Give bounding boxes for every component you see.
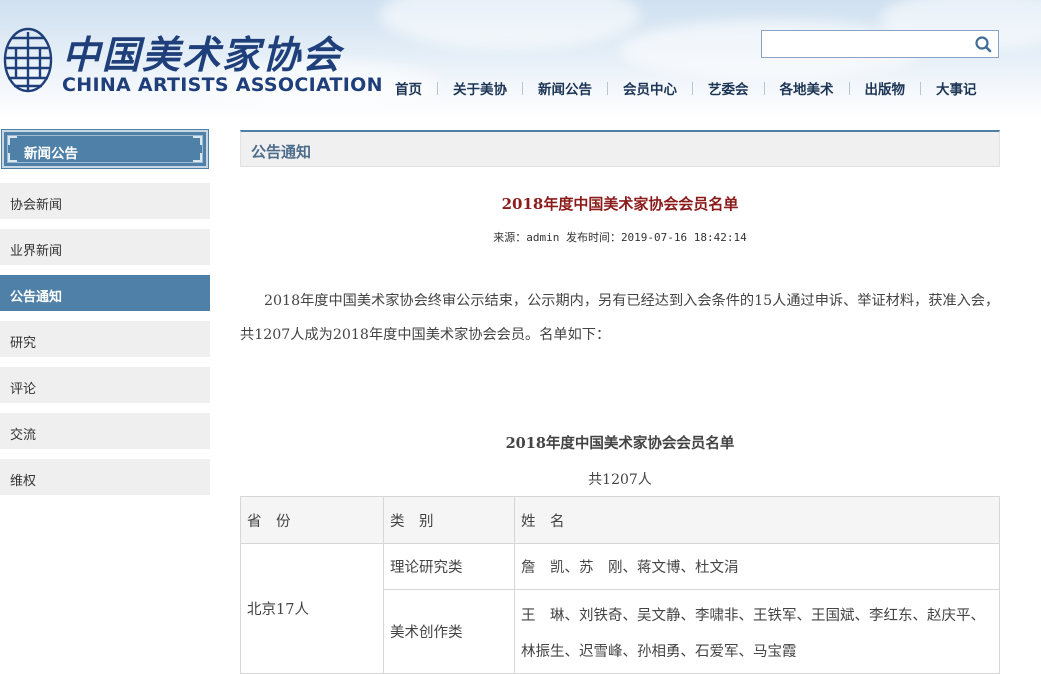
list-title: 2018年度中国美术家协会会员名单	[505, 435, 735, 452]
main-nav: 首页 关于美协 新闻公告 会员中心 艺委会 各地美术 出版物 大事记	[380, 78, 992, 98]
column-header-names: 姓 名	[514, 496, 1000, 544]
sidebar-item-association-news[interactable]: 协会新闻	[0, 183, 210, 219]
nav-item-about[interactable]: 关于美协	[438, 78, 522, 98]
nav-item-regional[interactable]: 各地美术	[765, 78, 849, 98]
corner-ornament	[8, 136, 17, 145]
logo-seal-icon	[3, 27, 53, 93]
province-cell: 北京17人	[240, 543, 384, 674]
article-meta: 来源：admin 发布时间：2019-07-16 18:42:14	[493, 231, 747, 244]
logo-english-name: CHINA ARTISTS ASSOCIATION	[62, 74, 383, 96]
sidebar-item-exchange[interactable]: 交流	[0, 413, 210, 449]
sidebar-item-rights[interactable]: 维权	[0, 459, 210, 495]
nav-item-news[interactable]: 新闻公告	[523, 78, 607, 98]
table-header-row: 省 份 类 别 姓 名	[240, 496, 1000, 544]
corner-ornament	[193, 153, 202, 162]
search-box	[761, 30, 999, 58]
category-cell: 美术创作类	[383, 589, 515, 674]
section-header: 公告通知	[240, 130, 1000, 167]
nav-item-members[interactable]: 会员中心	[608, 78, 692, 98]
nav-item-home[interactable]: 首页	[380, 78, 437, 98]
names-cell: 王 琳、刘铁奇、吴文静、李啸非、王铁军、王国斌、李红东、赵庆平、林振生、迟雪峰、…	[514, 589, 1000, 674]
column-header-province: 省 份	[240, 496, 384, 544]
nav-item-art-committee[interactable]: 艺委会	[693, 78, 764, 98]
section-title: 公告通知	[251, 143, 312, 161]
corner-ornament	[193, 136, 202, 145]
sidebar-item-review[interactable]: 评论	[0, 367, 210, 403]
sidebar-item-industry-news[interactable]: 业界新闻	[0, 229, 210, 265]
article-paragraph: 2018年度中国美术家协会终审公示结束，公示期内，另有已经达到入会条件的15人通…	[240, 293, 1000, 343]
names-cell: 詹 凯、苏 刚、蒋文博、杜文涓	[514, 543, 1000, 590]
page-header: 中国美术家协会 CHINA ARTISTS ASSOCIATION 首页 关于美…	[0, 0, 1041, 118]
sidebar-heading: 新闻公告	[1, 129, 209, 169]
list-count: 共1207人	[588, 472, 652, 488]
search-icon[interactable]	[974, 35, 992, 53]
members-table: 省 份 类 别 姓 名 北京17人 理论研究类 詹 凯、苏 刚、蒋文博、杜文涓 …	[240, 496, 1000, 674]
sidebar-heading-label: 新闻公告	[24, 146, 78, 162]
nav-item-publications[interactable]: 出版物	[850, 78, 921, 98]
column-header-category: 类 别	[383, 496, 515, 544]
search-input[interactable]	[766, 31, 970, 57]
nav-item-chronicle[interactable]: 大事记	[921, 78, 992, 98]
sidebar-item-research[interactable]: 研究	[0, 321, 210, 357]
logo-chinese-name: 中国美术家协会	[62, 32, 343, 77]
table-row: 北京17人 理论研究类 詹 凯、苏 刚、蒋文博、杜文涓	[240, 543, 1000, 674]
category-cell: 理论研究类	[383, 543, 515, 590]
article-title: 2018年度中国美术家协会会员名单	[501, 195, 739, 213]
sidebar-item-announcements[interactable]: 公告通知	[0, 275, 210, 311]
site-logo[interactable]: 中国美术家协会 CHINA ARTISTS ASSOCIATION	[2, 24, 382, 104]
corner-ornament	[8, 153, 17, 162]
